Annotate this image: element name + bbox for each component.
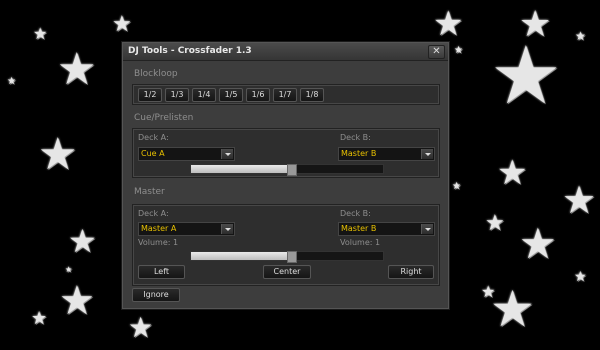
star-icon: ★ xyxy=(490,29,562,122)
master-section-label: Master xyxy=(134,187,165,197)
center-button[interactable]: Center xyxy=(263,265,311,279)
chevron-down-icon xyxy=(421,149,433,159)
blockloop-button-1-7[interactable]: 1/7 xyxy=(273,88,297,102)
right-button[interactable]: Right xyxy=(388,265,434,279)
cue-deck-a-dropdown[interactable]: Cue A xyxy=(138,147,235,161)
star-icon: ★ xyxy=(490,280,535,338)
star-icon: ★ xyxy=(7,76,16,87)
star-icon: ★ xyxy=(68,222,97,260)
master-deck-b-volume: Volume: 1 xyxy=(340,238,381,247)
crossfader-dialog: DJ Tools - Crossfader 1.3 ✕ Blockloop 1/… xyxy=(121,41,450,310)
blockloop-button-1-8[interactable]: 1/8 xyxy=(300,88,324,102)
master-crossfader-handle[interactable] xyxy=(286,251,297,263)
master-deck-b-value: Master B xyxy=(341,224,377,233)
master-panel: Deck A: Master A Volume: 1 Deck B: Maste… xyxy=(132,204,440,286)
blockloop-panel: 1/2 1/3 1/4 1/5 1/6 1/7 1/8 xyxy=(132,84,440,105)
blockloop-button-1-4[interactable]: 1/4 xyxy=(192,88,216,102)
cue-deck-b-value: Master B xyxy=(341,149,377,158)
star-icon: ★ xyxy=(485,211,505,236)
master-deck-b-label: Deck B: xyxy=(340,209,371,218)
ignore-button[interactable]: Ignore xyxy=(132,288,180,302)
star-icon: ★ xyxy=(59,278,95,324)
cue-section-label: Cue/Prelisten xyxy=(134,113,194,123)
blockloop-button-1-3[interactable]: 1/3 xyxy=(165,88,189,102)
blockloop-button-1-6[interactable]: 1/6 xyxy=(246,88,270,102)
cue-panel: Deck A: Cue A Deck B: Master B xyxy=(132,128,440,178)
star-icon: ★ xyxy=(57,44,97,95)
title-bar[interactable]: DJ Tools - Crossfader 1.3 ✕ xyxy=(123,43,448,61)
star-icon: ★ xyxy=(452,181,461,192)
cue-crossfader-fill xyxy=(191,165,291,173)
star-icon: ★ xyxy=(519,219,557,268)
cue-crossfader-slider[interactable] xyxy=(190,164,384,176)
blockloop-button-1-2[interactable]: 1/2 xyxy=(138,88,162,102)
star-icon: ★ xyxy=(112,12,132,37)
star-icon: ★ xyxy=(33,24,48,43)
master-deck-a-label: Deck A: xyxy=(138,209,169,218)
cue-deck-b-label: Deck B: xyxy=(340,133,371,142)
star-icon: ★ xyxy=(65,265,73,274)
star-icon: ★ xyxy=(497,153,528,193)
master-crossfader-fill xyxy=(191,252,291,260)
star-icon: ★ xyxy=(128,311,154,344)
star-icon: ★ xyxy=(575,29,586,43)
star-icon: ★ xyxy=(454,45,463,56)
chevron-down-icon xyxy=(221,224,233,234)
star-icon: ★ xyxy=(562,178,597,222)
master-deck-a-volume: Volume: 1 xyxy=(138,238,179,247)
star-icon: ★ xyxy=(38,129,78,180)
left-button[interactable]: Left xyxy=(138,265,185,279)
star-icon: ★ xyxy=(31,308,48,329)
master-deck-b-dropdown[interactable]: Master B xyxy=(338,222,435,236)
cue-deck-b-dropdown[interactable]: Master B xyxy=(338,147,435,161)
star-icon: ★ xyxy=(574,269,587,285)
cue-crossfader-handle[interactable] xyxy=(286,164,297,176)
close-button[interactable]: ✕ xyxy=(428,45,445,59)
master-crossfader-slider[interactable] xyxy=(190,251,384,263)
chevron-down-icon xyxy=(421,224,433,234)
window-title: DJ Tools - Crossfader 1.3 xyxy=(128,46,252,56)
master-deck-a-dropdown[interactable]: Master A xyxy=(138,222,235,236)
star-icon: ★ xyxy=(433,4,464,44)
blockloop-button-1-5[interactable]: 1/5 xyxy=(219,88,243,102)
master-deck-a-value: Master A xyxy=(141,224,177,233)
cue-deck-a-label: Deck A: xyxy=(138,133,169,142)
cue-deck-a-value: Cue A xyxy=(141,149,165,158)
blockloop-section-label: Blockloop xyxy=(134,69,178,79)
chevron-down-icon xyxy=(221,149,233,159)
